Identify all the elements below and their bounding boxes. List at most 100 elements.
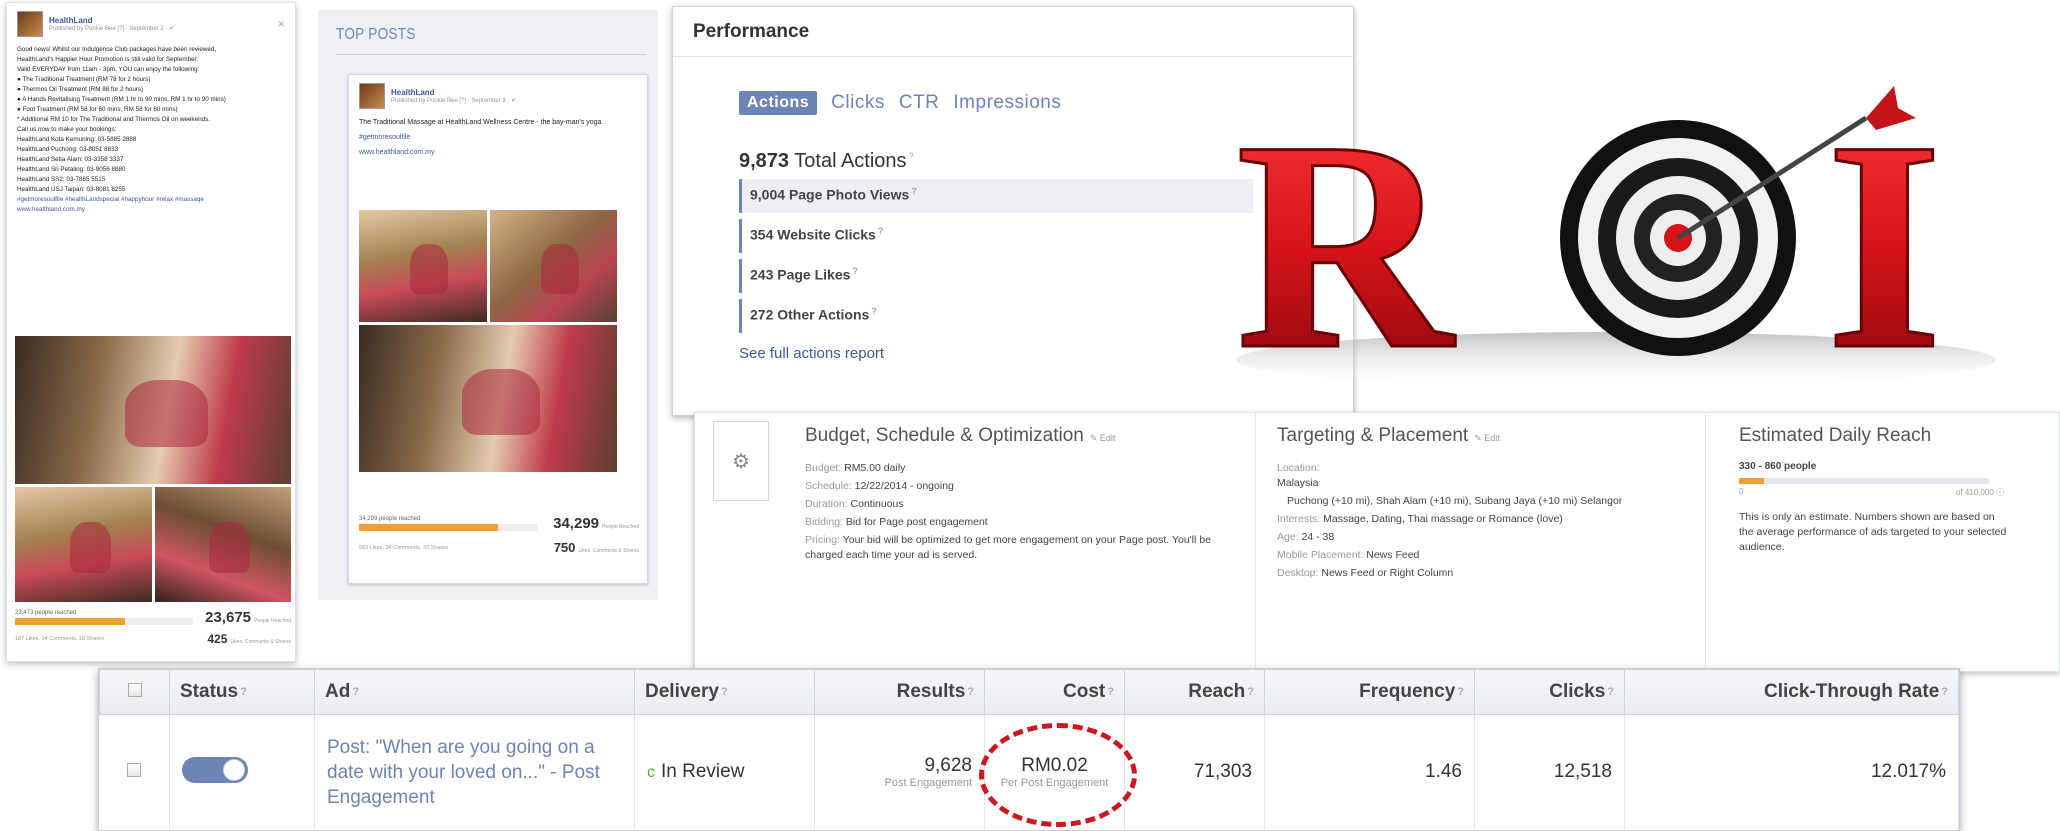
- help-icon[interactable]: ?: [871, 306, 877, 316]
- page-avatar[interactable]: [359, 83, 385, 109]
- help-icon[interactable]: ?: [240, 686, 247, 698]
- select-all-checkbox[interactable]: [127, 683, 142, 697]
- mobile-key: Mobile Placement:: [1277, 549, 1364, 561]
- toggle-knob: [223, 759, 245, 782]
- status-toggle[interactable]: [182, 757, 248, 784]
- column-header-clicks[interactable]: Clicks?: [1474, 669, 1625, 715]
- age-value: 24 - 38: [1301, 531, 1335, 543]
- column-header-ad[interactable]: Ad?: [314, 669, 635, 715]
- column-header-status[interactable]: Status?: [169, 669, 315, 715]
- action-value: 272: [750, 306, 774, 323]
- action-label: Website Clicks: [777, 226, 876, 243]
- action-item-website-clicks[interactable]: 354 Website Clicks?: [739, 219, 1253, 253]
- table-header-row: Status? Ad? Delivery? Results? Cost? Rea…: [99, 669, 1959, 715]
- top-posts-panel: TOP POSTS HealthLand Published by Pookie…: [318, 10, 658, 600]
- action-item-page-likes[interactable]: 243 Page Likes?: [739, 259, 1253, 293]
- tab-clicks[interactable]: Clicks: [831, 92, 885, 114]
- column-header-reach[interactable]: Reach?: [1124, 669, 1265, 715]
- tab-impressions[interactable]: Impressions: [953, 92, 1061, 114]
- reach-bar-fill: [359, 524, 498, 531]
- budget-edit-link[interactable]: ✎ Edit: [1090, 433, 1116, 443]
- pricing-key: Pricing:: [805, 534, 841, 546]
- help-icon[interactable]: ?: [1107, 686, 1114, 698]
- tab-ctr[interactable]: CTR: [899, 92, 940, 114]
- tab-actions[interactable]: Actions: [739, 91, 818, 115]
- engaged-caption: Likes, Comments & Shares: [578, 548, 639, 554]
- edit-label: Edit: [1099, 433, 1116, 443]
- close-icon[interactable]: ✕: [277, 19, 285, 30]
- help-icon[interactable]: ?: [1941, 686, 1948, 698]
- post-photo[interactable]: [15, 336, 291, 484]
- age-key: Age:: [1277, 531, 1299, 543]
- help-icon[interactable]: ?: [1457, 686, 1464, 698]
- help-icon[interactable]: ?: [967, 686, 974, 698]
- column-header-cost[interactable]: Cost?: [984, 669, 1125, 715]
- row-checkbox[interactable]: [127, 763, 142, 778]
- help-icon[interactable]: ?: [909, 151, 914, 161]
- post-photo[interactable]: [359, 210, 487, 322]
- post-text-line: HealthLand Kota Kemuning: 03-5885 2888: [17, 136, 137, 143]
- bidding-value: Bid for Page post engagement: [845, 516, 988, 528]
- reach-bar-fill: [15, 618, 126, 625]
- reach-number: 23,675: [205, 609, 252, 626]
- help-icon[interactable]: ?: [878, 226, 884, 236]
- header-label: Cost: [1063, 681, 1106, 702]
- post-photo[interactable]: [359, 325, 617, 472]
- engaged-caption: Likes, Comments & Shares: [230, 639, 291, 645]
- results-cell: 9,628 Post Engagement: [814, 714, 985, 830]
- ad-name-link[interactable]: Post: "When are you going on a date with…: [327, 735, 607, 810]
- post-text-line: HealthLand Sri Petaling: 03-9056 8880: [17, 166, 126, 173]
- post-text-line: * Additional RM 10 for The Traditional a…: [17, 116, 210, 123]
- help-icon[interactable]: ?: [1607, 686, 1614, 698]
- post-photo[interactable]: [15, 487, 152, 602]
- divider: [1705, 413, 1706, 671]
- post-text-line: HealthLand Puchong: 03-8051 8833: [17, 146, 119, 153]
- targeting-edit-link[interactable]: ✎ Edit: [1474, 433, 1500, 443]
- page-name-link[interactable]: HealthLand: [391, 88, 516, 97]
- gauge-max: of 410,000 ⓘ: [1956, 487, 2004, 498]
- post-text-line: ● The Traditional Treatment (RM 78 for 2…: [17, 76, 151, 83]
- see-full-actions-link[interactable]: See full actions report: [739, 345, 884, 362]
- budget-key: Budget:: [805, 462, 842, 474]
- duration-key: Duration:: [805, 498, 848, 510]
- reach-heading: Estimated Daily Reach: [1739, 425, 1932, 446]
- roi-letter-r: R: [1236, 79, 1456, 398]
- divider: [336, 54, 646, 55]
- reached-label: 34,299 people reached: [359, 516, 421, 522]
- header-label: Delivery: [645, 681, 719, 702]
- help-icon[interactable]: ?: [852, 266, 858, 276]
- total-actions-value: 9,873: [739, 150, 790, 172]
- info-icon[interactable]: ⓘ: [1996, 488, 2004, 497]
- location-key: Location:: [1277, 462, 1320, 474]
- post-hashtag[interactable]: #getmoresoulfile: [359, 132, 637, 143]
- help-icon[interactable]: ?: [352, 686, 359, 698]
- column-header-delivery[interactable]: Delivery?: [634, 669, 815, 715]
- help-icon[interactable]: ?: [911, 186, 917, 196]
- desktop-value: News Feed or Right Column: [1321, 567, 1454, 579]
- column-header-ctr[interactable]: Click-Through Rate?: [1624, 669, 1959, 715]
- roi-logo: R I: [1235, 78, 1996, 398]
- post-link[interactable]: www.healthland.com.my: [359, 147, 637, 158]
- roi-letter-i: I: [1826, 79, 1943, 398]
- post-photo[interactable]: [154, 487, 291, 602]
- help-icon[interactable]: ?: [721, 686, 728, 698]
- settings-tab[interactable]: ⚙: [713, 421, 769, 501]
- header-label: Click-Through Rate: [1764, 681, 1940, 702]
- column-header-results[interactable]: Results?: [814, 669, 985, 715]
- page-avatar[interactable]: [17, 11, 43, 37]
- engagement-counts: 583 Likes, 34 Comments, 33 Shares: [359, 544, 448, 551]
- column-header-frequency[interactable]: Frequency?: [1264, 669, 1475, 715]
- post-link[interactable]: www.healthland.com.my: [17, 205, 285, 215]
- post-photo[interactable]: [489, 210, 617, 322]
- post-hashtags[interactable]: #getmoresoulfile #healthLandspecial #hap…: [17, 195, 285, 205]
- action-item-page-photo-views[interactable]: 9,004 Page Photo Views?: [739, 179, 1253, 213]
- delivery-status: In Review: [661, 761, 745, 783]
- reach-bar: [15, 618, 193, 625]
- reach-gauge: [1739, 478, 1989, 484]
- page-name-link[interactable]: HealthLand: [49, 16, 174, 25]
- mobile-value: News Feed: [1366, 549, 1420, 561]
- gauge-max-label: of 410,000: [1955, 488, 1994, 497]
- action-label: Page Likes: [777, 266, 851, 283]
- help-icon[interactable]: ?: [1247, 686, 1254, 698]
- action-item-other-actions[interactable]: 272 Other Actions?: [739, 299, 1253, 333]
